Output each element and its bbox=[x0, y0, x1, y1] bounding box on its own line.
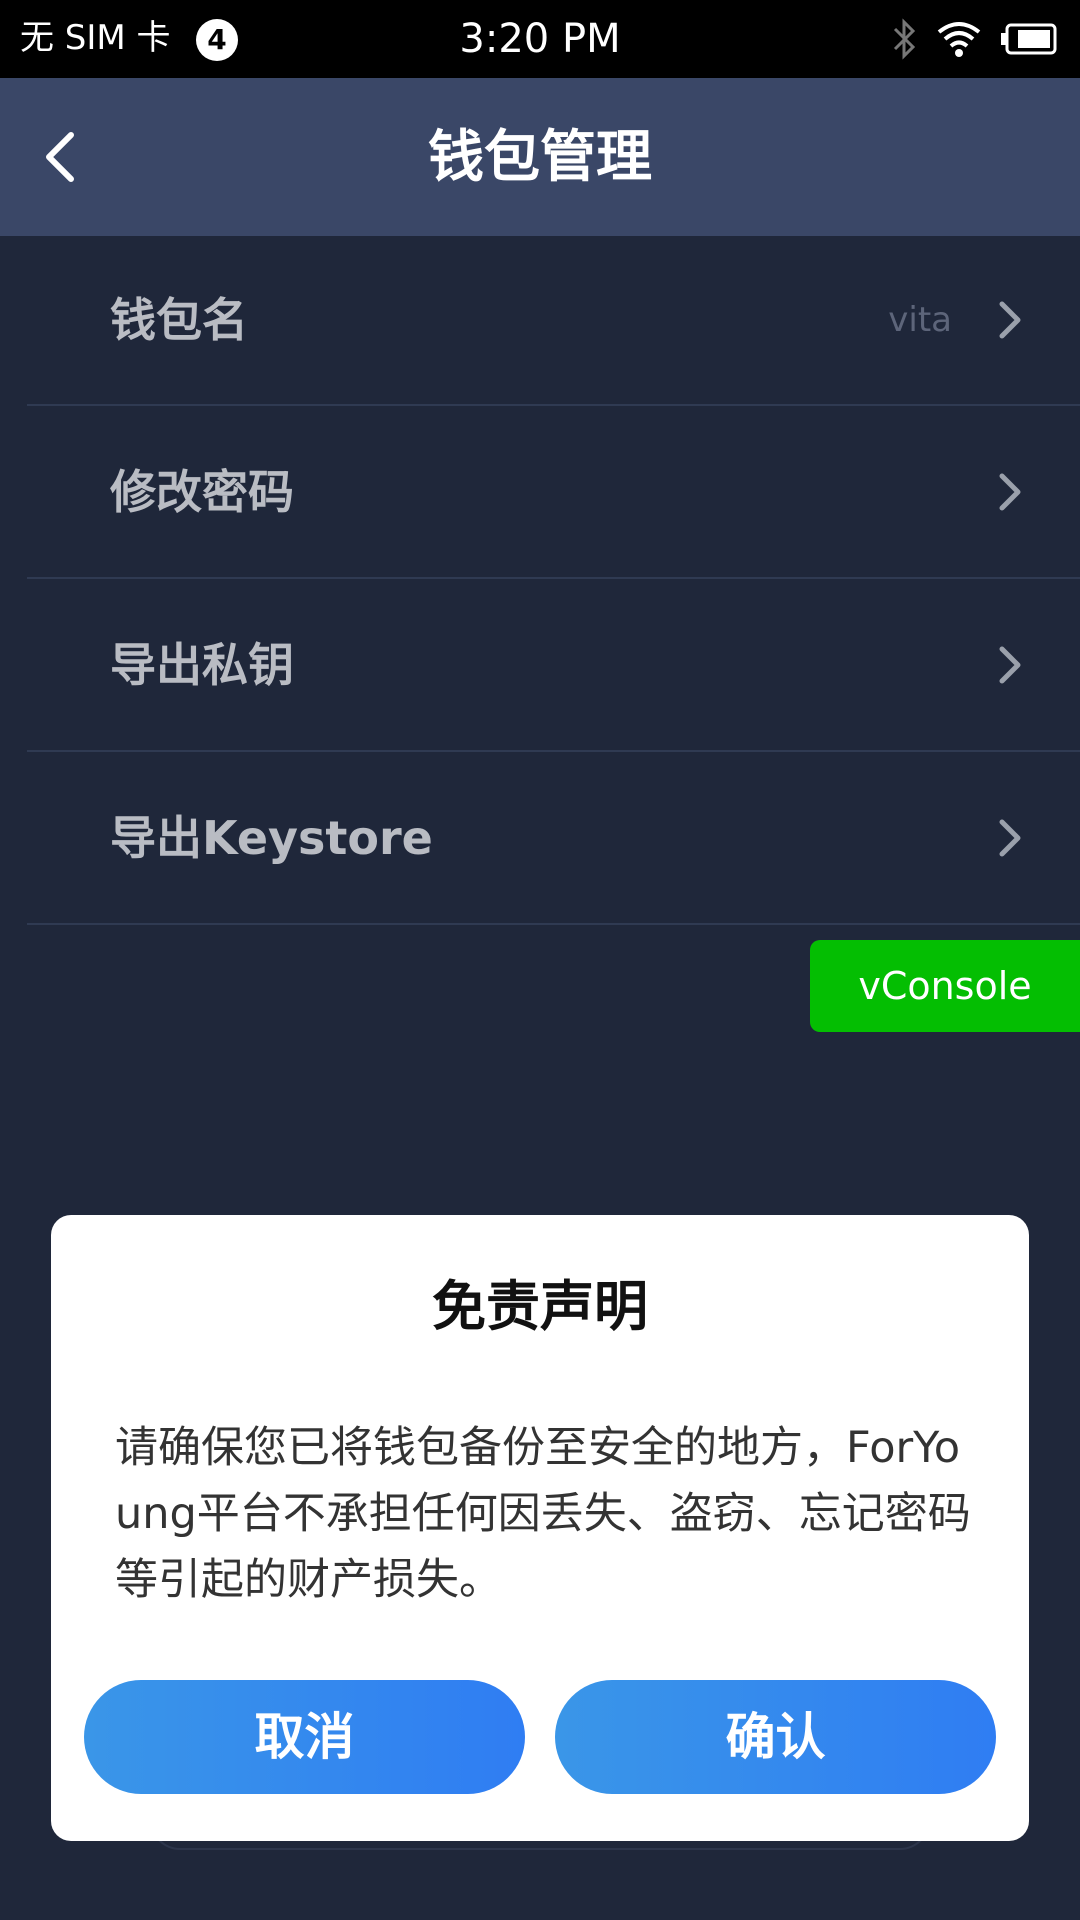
status-bar: 无 SIM 卡 4 3:20 PM bbox=[0, 0, 1080, 78]
menu-item-wallet-name[interactable]: 钱包名 vita bbox=[27, 236, 1080, 406]
chevron-right-icon bbox=[999, 819, 1021, 856]
battery-icon bbox=[1001, 23, 1057, 55]
menu-item-export-private-key[interactable]: 导出私钥 bbox=[27, 579, 1080, 752]
page-title: 钱包管理 bbox=[428, 125, 652, 190]
screen: 无 SIM 卡 4 3:20 PM 钱包管理 钱包名 vita 修改密码 导出私… bbox=[0, 0, 1080, 1920]
disclaimer-dialog: 免责声明 请确保您已将钱包备份至安全的地方，ForYoung平台不承担任何因丢失… bbox=[51, 1215, 1029, 1841]
wifi-icon bbox=[937, 22, 981, 57]
menu-item-change-password[interactable]: 修改密码 bbox=[27, 406, 1080, 579]
chevron-right-icon bbox=[999, 646, 1021, 683]
vconsole-button[interactable]: vConsole bbox=[810, 940, 1080, 1032]
menu-item-label: 钱包名 bbox=[110, 293, 248, 347]
cancel-button[interactable]: 取消 bbox=[84, 1680, 525, 1794]
chevron-right-icon bbox=[999, 473, 1021, 510]
menu-item-label: 导出私钥 bbox=[110, 637, 294, 692]
confirm-button[interactable]: 确认 bbox=[555, 1680, 996, 1794]
dialog-title: 免责声明 bbox=[432, 1275, 648, 1338]
menu-list: 钱包名 vita 修改密码 导出私钥 导出Keystore bbox=[0, 236, 1080, 925]
dialog-body: 请确保您已将钱包备份至安全的地方，ForYoung平台不承担任何因丢失、盗窃、忘… bbox=[115, 1423, 971, 1605]
header: 钱包管理 bbox=[0, 78, 1080, 236]
menu-item-export-keystore[interactable]: 导出Keystore bbox=[27, 752, 1080, 925]
status-icons bbox=[892, 16, 1058, 62]
menu-item-label: 修改密码 bbox=[110, 464, 294, 519]
menu-item-label: 导出Keystore bbox=[110, 810, 433, 865]
bluetooth-icon bbox=[893, 18, 916, 60]
wallet-name-value: vita bbox=[888, 300, 952, 340]
chevron-right-icon bbox=[999, 301, 1021, 339]
